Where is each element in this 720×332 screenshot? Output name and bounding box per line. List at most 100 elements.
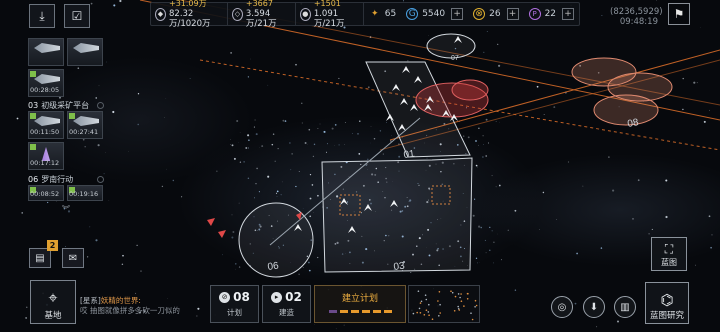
- fleet-slot[interactable]: 00:28:05: [28, 69, 64, 97]
- star: [248, 147, 249, 149]
- build-count: 02: [285, 290, 302, 304]
- currency-alloy[interactable]: ⊗ 26 +: [468, 3, 523, 25]
- plan-count: 08: [233, 290, 250, 304]
- star: [484, 239, 486, 241]
- build-plan-button[interactable]: 建立计划: [314, 285, 406, 323]
- fleet-slot[interactable]: [28, 38, 64, 66]
- star: [137, 93, 140, 95]
- exit-map-button[interactable]: ⤓: [29, 4, 55, 28]
- star: [231, 214, 233, 216]
- star: [87, 256, 89, 258]
- star: [472, 214, 475, 217]
- fleet-group-name: 罗南行动: [41, 175, 74, 184]
- star: [491, 230, 493, 232]
- star: [338, 144, 340, 146]
- add-alloy-button[interactable]: +: [506, 8, 519, 20]
- minimap-dot: [420, 300, 423, 303]
- resource-gas[interactable]: ● +1501 1.091万/21万: [296, 0, 364, 29]
- fleet-slot[interactable]: [67, 38, 103, 66]
- fleet-slot[interactable]: 00:08:52: [28, 185, 64, 201]
- fleet-group-number: 06: [28, 175, 39, 184]
- star: [113, 4, 116, 7]
- star: [21, 212, 23, 214]
- build-counter[interactable]: ▸ 02 建造: [262, 285, 311, 323]
- fleet-slot[interactable]: 00:17:12: [28, 142, 64, 170]
- bookmark-button[interactable]: ⚑: [668, 3, 690, 25]
- collect-button[interactable]: ⬇: [583, 296, 605, 318]
- star: [543, 113, 545, 116]
- blueprint-button[interactable]: ⛶ 蓝图: [651, 237, 687, 271]
- minimap-dot: [423, 314, 426, 316]
- star: [498, 184, 501, 187]
- star: [410, 272, 412, 274]
- chat-preview[interactable]: [星系]妖精的世界: 哎 抽图就像拼多多砍一刀似的: [80, 296, 206, 322]
- minimap-dot: [450, 290, 452, 292]
- checklist-icon: ☑: [71, 9, 83, 23]
- notes-button[interactable]: ▤: [29, 248, 51, 268]
- star: [284, 120, 287, 122]
- star: [304, 142, 307, 144]
- star: [367, 86, 370, 89]
- minimap-dot: [475, 304, 478, 307]
- star: [308, 261, 310, 264]
- minimap-dot: [466, 298, 469, 300]
- minimap-dot: [437, 300, 439, 302]
- fleet-group-header[interactable]: 03 初级采矿平台: [28, 100, 104, 111]
- star: [95, 239, 98, 242]
- minimap[interactable]: [408, 285, 480, 323]
- fleet-slot[interactable]: 00:19:16: [67, 185, 103, 201]
- star: [682, 108, 684, 111]
- star: [277, 148, 279, 150]
- mail-button[interactable]: ✉: [62, 248, 84, 268]
- minimap-dot: [424, 294, 427, 296]
- star: [542, 191, 545, 194]
- star: [386, 122, 387, 123]
- star: [556, 219, 557, 220]
- star-map[interactable]: 01 03 06 08 07: [0, 0, 720, 332]
- star: [136, 244, 138, 247]
- resource-crystal[interactable]: ◇ +3667 3.594万/21万: [228, 0, 296, 29]
- fleet-slot[interactable]: 00:11:50: [28, 111, 64, 139]
- blueprint-icon: ⛶: [664, 242, 674, 256]
- star: [367, 158, 369, 160]
- add-premium-button[interactable]: +: [562, 8, 575, 20]
- currency-value: 26: [489, 9, 501, 19]
- star: [574, 302, 577, 305]
- star: [165, 97, 167, 99]
- collapse-chevron-icon[interactable]: ︾: [28, 206, 104, 214]
- star: [261, 145, 264, 148]
- fleet-timer: 00:17:12: [30, 159, 60, 167]
- status-tag-icon: [30, 144, 36, 150]
- star: [696, 82, 698, 84]
- task-button[interactable]: ☑: [64, 4, 90, 28]
- fleet-slot[interactable]: 00:27:41: [67, 111, 103, 139]
- star: [172, 179, 174, 182]
- add-credits-button[interactable]: +: [451, 8, 464, 20]
- collect-icon: ⬇: [589, 301, 599, 313]
- star: [489, 226, 491, 228]
- resource-ore[interactable]: ◆ +31.09万 82.32万/1020万: [151, 0, 228, 29]
- hostile-zone: [451, 79, 489, 101]
- blueprint-research-button[interactable]: ⌬ 蓝图研究: [645, 282, 689, 324]
- build-plan-progress: [315, 310, 405, 313]
- base-button[interactable]: ⌖ 基地: [30, 280, 76, 324]
- fleet-group-header[interactable]: 06 罗南行动: [28, 174, 104, 185]
- collapse-dot-icon: [97, 102, 104, 109]
- star: [256, 167, 258, 170]
- currency-premium[interactable]: P 22 +: [524, 3, 579, 25]
- star: [119, 0, 122, 3]
- currency-energy[interactable]: ✦ 65: [364, 3, 401, 25]
- fleet-manage-button[interactable]: ▥: [614, 296, 636, 318]
- star: [699, 27, 701, 28]
- chat-sender: 妖精的世界:: [100, 296, 141, 305]
- ship-icon: [34, 43, 60, 53]
- radar-button[interactable]: ◎: [551, 296, 573, 318]
- star: [302, 267, 304, 268]
- territory-zones: [238, 33, 476, 278]
- star: [357, 133, 359, 135]
- star: [491, 175, 493, 177]
- currency-credits[interactable]: G 5540 +: [401, 3, 468, 25]
- minimap-dots: [412, 290, 478, 321]
- plan-counter[interactable]: ⊘ 08 计划: [210, 285, 259, 323]
- sector-label-01: 01: [403, 148, 416, 161]
